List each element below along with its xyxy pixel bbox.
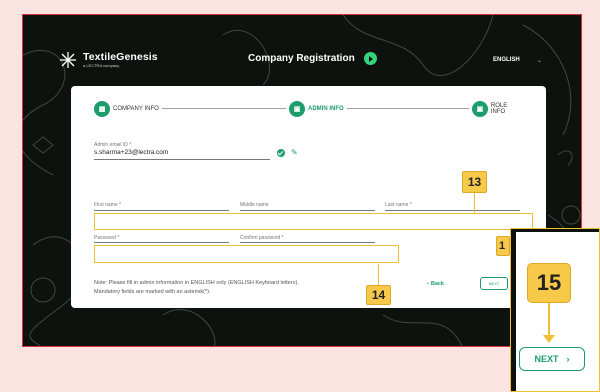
brand-name: TextileGenesis [83, 50, 158, 63]
arrow-14 [378, 264, 380, 285]
check-circle-icon [277, 149, 285, 157]
brand-subtitle: a LECTRA company [83, 63, 120, 69]
brand-logo: TextileGenesis a LECTRA company [58, 50, 158, 70]
chevron-left-icon: ‹ [427, 281, 429, 287]
password-underline [94, 242, 229, 243]
back-button[interactable]: ‹ Back [427, 281, 444, 287]
arrow-15 [548, 303, 550, 337]
chevron-right-icon: › [566, 354, 570, 364]
admin-email-label: Admin email ID * [94, 142, 132, 148]
last-name-label: Last name * [385, 202, 412, 208]
pencil-edit-icon[interactable]: ✎ [291, 149, 299, 157]
last-name-underline [385, 210, 520, 211]
back-button-label: Back [430, 281, 444, 287]
email-underline [94, 159, 270, 160]
zoom-dark-strip [511, 229, 599, 232]
page-title: Company Registration [248, 52, 377, 65]
play-video-icon[interactable] [363, 52, 377, 65]
arrow-13 [474, 193, 476, 213]
chevron-down-icon[interactable]: ⌄ [537, 57, 542, 64]
callout-15-partial: 1 [496, 236, 510, 256]
stepper: ▦ COMPANY INFO ▣ ADMIN INFO ▣ ROLE INFO [91, 101, 526, 117]
password-label: Password * [94, 235, 120, 241]
password-fields-input[interactable] [94, 245, 399, 263]
first-name-underline [94, 210, 229, 211]
language-selector[interactable]: ENGLISH [493, 57, 520, 63]
admin-info-note: Note: Please fill in admin information i… [94, 279, 299, 296]
step-label: ADMIN INFO [308, 106, 344, 112]
admin-email-value: s.sharma+23@lectra.com [94, 149, 169, 156]
first-name-label: First name * [94, 202, 121, 208]
step-company-info[interactable]: ▦ COMPANY INFO [91, 101, 162, 117]
callout-14: 14 [366, 285, 391, 305]
middle-name-underline [240, 210, 375, 211]
step-admin-info[interactable]: ▣ ADMIN INFO [286, 101, 347, 117]
middle-name-label: Middle name [240, 202, 269, 208]
callout-15: 15 [527, 263, 571, 303]
step-role-info[interactable]: ▣ ROLE INFO [469, 101, 526, 117]
admin-badge-icon: ▣ [289, 101, 305, 117]
note-line-1: Note: Please fill in admin information i… [94, 280, 299, 286]
next-button[interactable]: NEXT [480, 277, 508, 290]
confirm-password-underline [240, 242, 375, 243]
zoom-dark-strip [511, 229, 516, 391]
building-icon: ▦ [94, 101, 110, 117]
role-badge-icon: ▣ [472, 101, 488, 117]
next-button-zoomed-label: NEXT [534, 354, 559, 364]
callout-13: 13 [462, 171, 487, 193]
confirm-password-label: Confirm password * [240, 235, 284, 241]
zoom-inset: 15 NEXT › [510, 228, 600, 392]
textilegenesis-logo-icon [60, 52, 76, 68]
note-line-2: Mandatory fields are marked with an aste… [94, 288, 211, 295]
name-fields-input[interactable] [94, 213, 533, 230]
next-button-zoomed[interactable]: NEXT › [519, 347, 585, 371]
step-label: ROLE INFO [490, 103, 508, 115]
arrow-15-head [543, 335, 555, 343]
step-connector [339, 108, 474, 109]
step-label: COMPANY INFO [113, 106, 159, 112]
page-title-text: Company Registration [248, 53, 355, 64]
